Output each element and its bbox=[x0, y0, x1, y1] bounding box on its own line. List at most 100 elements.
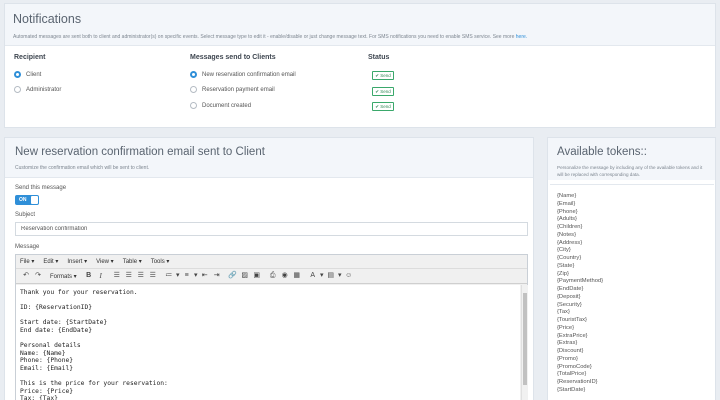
radio-checked-icon[interactable] bbox=[14, 71, 21, 78]
status-badge[interactable]: ✔ Send bbox=[372, 102, 394, 111]
editor-scrollbar[interactable] bbox=[521, 285, 528, 400]
scrollbar-thumb[interactable] bbox=[523, 293, 527, 385]
editor-line[interactable]: End date: {EndDate} bbox=[20, 327, 516, 335]
editor-description: Customize the confirmation email which w… bbox=[15, 165, 150, 171]
message-label: Message bbox=[15, 244, 40, 250]
menu-file[interactable]: File ▾ bbox=[20, 258, 34, 265]
media-icon[interactable]: ▣ bbox=[251, 270, 263, 282]
toggle-knob bbox=[31, 196, 38, 204]
emoticon-icon[interactable]: ☺ bbox=[343, 270, 355, 282]
notifications-panel: Notifications Automated messages are sen… bbox=[4, 3, 716, 128]
editor-line[interactable]: Email: {Email} bbox=[20, 365, 516, 373]
status-badge[interactable]: ✔ Send bbox=[372, 71, 394, 80]
token-item: {TotalPrice} bbox=[557, 371, 587, 378]
menu-tools-label: Tools bbox=[150, 259, 165, 265]
radio-unchecked-icon[interactable] bbox=[190, 86, 197, 93]
editor-line[interactable]: Personal details bbox=[20, 342, 516, 350]
token-item: {Children} bbox=[557, 224, 583, 230]
tokens-description: Personalize the message by including any… bbox=[557, 165, 703, 177]
editor-line[interactable]: This is the price for your reservation: bbox=[20, 380, 516, 388]
editor-line[interactable]: Phone: {Phone} bbox=[20, 357, 516, 365]
formats-dropdown[interactable]: Formats ▾ bbox=[50, 273, 77, 280]
notifications-description: Automated messages are sent both to clie… bbox=[13, 34, 707, 40]
link-icon[interactable]: 🔗 bbox=[227, 270, 239, 282]
bullet-list-icon[interactable]: ≔ bbox=[163, 270, 175, 282]
editor-line[interactable]: Name: {Name} bbox=[20, 350, 516, 358]
menu-insert-label: Insert bbox=[67, 259, 83, 265]
see-more-link[interactable]: here. bbox=[516, 34, 527, 40]
token-item: {Deposit} bbox=[557, 293, 581, 300]
notifications-title: Notifications bbox=[13, 12, 82, 26]
rich-text-editor: File ▾ Edit ▾ Insert ▾ View ▾ Table ▾ To… bbox=[15, 254, 528, 400]
menu-view-label: View bbox=[96, 259, 109, 265]
bold-icon[interactable]: B bbox=[83, 270, 95, 282]
tokens-title: Available tokens:: bbox=[557, 146, 647, 158]
italic-icon[interactable]: I bbox=[95, 270, 107, 282]
indent-icon[interactable]: ⇥ bbox=[211, 270, 223, 282]
menu-edit-label: Edit bbox=[43, 259, 54, 265]
messages-title: Messages send to Clients bbox=[190, 54, 276, 61]
editor-line[interactable] bbox=[20, 335, 516, 343]
message-document-created[interactable]: Document created bbox=[190, 102, 251, 109]
token-item: {StartDate} bbox=[557, 386, 586, 393]
message-new-reservation[interactable]: New reservation confirmation email bbox=[190, 71, 296, 78]
tokens-panel: Available tokens:: Personalize the messa… bbox=[547, 137, 716, 400]
tokens-header: Available tokens:: Personalize the messa… bbox=[548, 138, 715, 180]
background-color-icon[interactable]: ▤ bbox=[325, 270, 337, 282]
token-item: {Tax} bbox=[557, 309, 570, 316]
text-color-icon[interactable]: A bbox=[307, 270, 319, 282]
align-center-icon[interactable]: ☰ bbox=[123, 270, 135, 282]
image-icon[interactable]: ▨ bbox=[239, 270, 251, 282]
token-item: {PromoCode} bbox=[557, 363, 592, 370]
message-reservation-payment[interactable]: Reservation payment email bbox=[190, 86, 275, 93]
editor-panel: New reservation confirmation email sent … bbox=[4, 137, 534, 400]
align-right-icon[interactable]: ☰ bbox=[135, 270, 147, 282]
recipient-administrator[interactable]: Administrator bbox=[14, 86, 61, 93]
token-item: {City} bbox=[557, 247, 571, 254]
menu-tools[interactable]: Tools ▾ bbox=[151, 258, 170, 265]
radio-unchecked-icon[interactable] bbox=[14, 86, 21, 93]
table-icon[interactable]: ▦ bbox=[291, 270, 303, 282]
preview-icon[interactable]: ◉ bbox=[279, 270, 291, 282]
menu-edit[interactable]: Edit ▾ bbox=[43, 258, 58, 265]
editor-content[interactable]: Thank you for your reservation. ID: {Rese… bbox=[16, 285, 520, 400]
send-message-label: Send this message bbox=[15, 185, 67, 191]
send-toggle[interactable]: ON bbox=[15, 195, 39, 205]
token-item: {Country} bbox=[557, 255, 582, 261]
editor-line[interactable]: Thank you for your reservation. bbox=[20, 289, 516, 297]
editor-line[interactable]: Tax: {Tax} bbox=[20, 395, 516, 400]
token-item: {State} bbox=[557, 262, 575, 269]
subject-label: Subject bbox=[15, 212, 36, 218]
token-item: {EndDate} bbox=[557, 286, 584, 292]
numbered-list-icon[interactable]: ≡ bbox=[181, 270, 193, 282]
editor-line[interactable] bbox=[20, 373, 516, 381]
align-left-icon[interactable]: ☰ bbox=[111, 270, 123, 282]
status-title: Status bbox=[368, 54, 390, 61]
editor-line[interactable]: ID: {ReservationID} bbox=[20, 304, 516, 312]
align-justify-icon[interactable]: ☰ bbox=[147, 270, 159, 282]
recipient-client[interactable]: Client bbox=[14, 71, 41, 78]
editor-line[interactable]: Price: {Price} bbox=[20, 388, 516, 396]
notifications-description-text: Automated messages are sent both to clie… bbox=[13, 34, 516, 40]
menu-insert[interactable]: Insert ▾ bbox=[67, 258, 87, 265]
token-item: {Phone} bbox=[557, 208, 578, 215]
editor-line[interactable]: Start date: {StartDate} bbox=[20, 319, 516, 327]
menu-table[interactable]: Table ▾ bbox=[123, 258, 142, 265]
status-badge[interactable]: ✔ Send bbox=[372, 87, 394, 96]
editor-line[interactable] bbox=[20, 297, 516, 305]
outdent-icon[interactable]: ⇤ bbox=[199, 270, 211, 282]
editor-line[interactable] bbox=[20, 312, 516, 320]
token-item: {Discount} bbox=[557, 348, 584, 354]
undo-icon[interactable]: ↶ bbox=[20, 270, 32, 282]
radio-unchecked-icon[interactable] bbox=[190, 102, 197, 109]
print-icon[interactable]: ⎙ bbox=[267, 270, 279, 282]
token-item: {Security} bbox=[557, 301, 582, 308]
editor-menubar: File ▾ Edit ▾ Insert ▾ View ▾ Table ▾ To… bbox=[16, 255, 527, 269]
redo-icon[interactable]: ↷ bbox=[32, 270, 44, 282]
menu-view[interactable]: View ▾ bbox=[96, 258, 114, 265]
token-item: {Email} bbox=[557, 200, 576, 207]
message-label: Document created bbox=[202, 102, 252, 109]
subject-input[interactable] bbox=[15, 222, 528, 236]
editor-toolbar: ↶ ↷ Formats ▾ B I ☰ ☰ ☰ ☰ ≔ ▾ ≡ ▾ ⇤ ⇥ 🔗 … bbox=[16, 269, 527, 284]
radio-checked-icon[interactable] bbox=[190, 71, 197, 78]
